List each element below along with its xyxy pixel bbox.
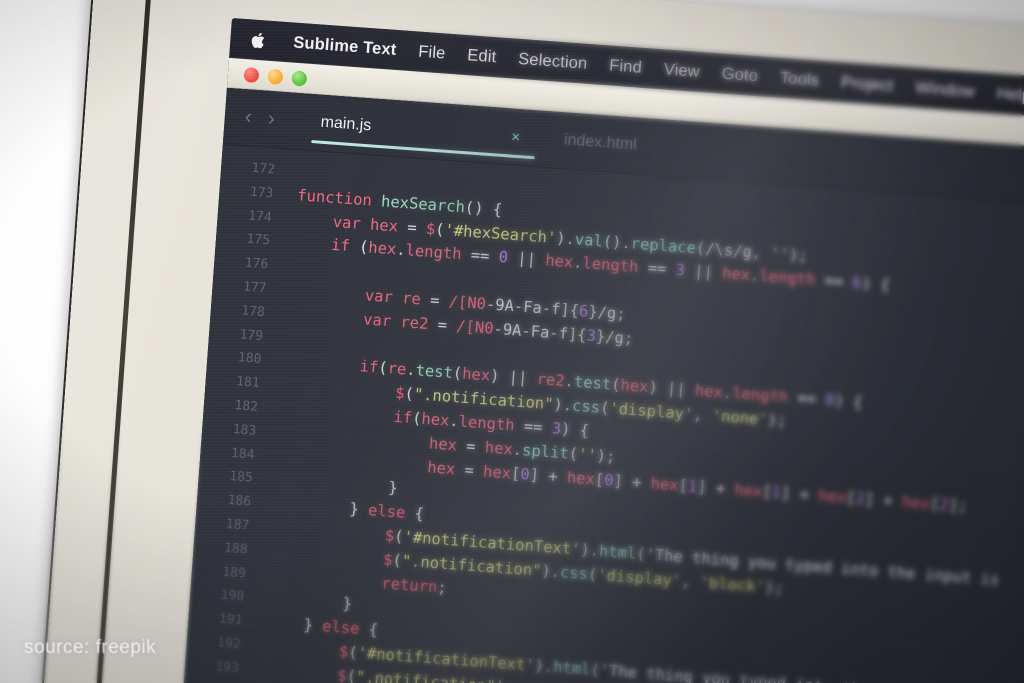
menu-item-edit[interactable]: Edit [467,46,497,67]
menu-item-tools[interactable]: Tools [779,68,820,90]
menu-item-file[interactable]: File [418,42,446,63]
menu-item-window[interactable]: Window [915,78,976,101]
zoom-button[interactable] [291,70,307,86]
display-surface: Sublime Text File Edit Selection Find Vi… [177,18,1024,683]
menu-item-goto[interactable]: Goto [721,64,759,86]
menu-item-sublime-text[interactable]: Sublime Text [293,33,397,59]
menu-item-help[interactable]: Help [996,84,1024,105]
tab-label: main.js [320,114,372,136]
menu-item-view[interactable]: View [663,60,700,82]
apple-logo-icon[interactable] [250,30,268,50]
menu-item-selection[interactable]: Selection [518,49,588,73]
close-icon[interactable]: × [511,128,521,146]
source-code[interactable]: function hexSearch() { var hex = $('#hex… [241,149,1024,683]
close-button[interactable] [243,67,259,83]
tab-nav-arrows: ‹ › [238,105,300,133]
menu-item-project[interactable]: Project [840,73,894,96]
sublime-text-editor: ‹ › main.js × index.html 172 173 174 175 176… [177,88,1024,683]
screenshot-root: Sublime Text File Edit Selection Find Vi… [0,0,1024,683]
chevron-right-icon[interactable]: › [267,107,276,131]
laptop-screen: Sublime Text File Edit Selection Find Vi… [177,18,1024,683]
menu-item-find[interactable]: Find [609,56,643,77]
minimize-button[interactable] [267,68,283,84]
chevron-left-icon[interactable]: ‹ [244,105,253,129]
tab-label: index.html [563,131,637,154]
code-area: 172 173 174 175 176 177 178 179 180 181 182 183 184 1… [177,145,1024,683]
